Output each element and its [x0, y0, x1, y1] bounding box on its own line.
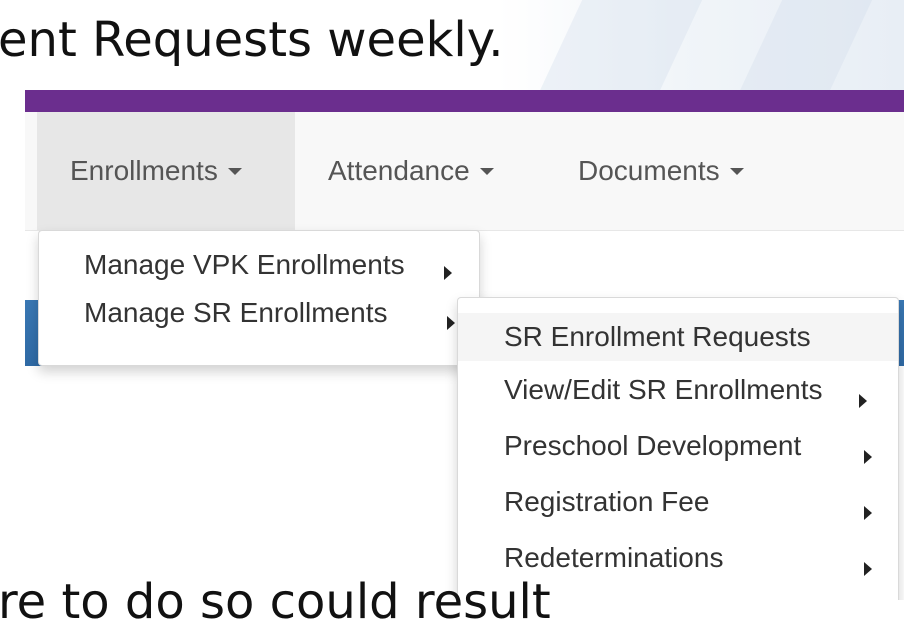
caret-right-icon	[444, 266, 452, 280]
caret-down-icon	[729, 167, 744, 175]
menu-item-manage-sr[interactable]: Manage SR Enrollments	[39, 291, 479, 335]
nav-attendance-label: Attendance	[328, 155, 470, 186]
caret-down-icon	[227, 167, 242, 175]
menu-item-label: Manage VPK Enrollments	[84, 249, 405, 280]
menu-item-view-edit-sr[interactable]: View/Edit SR Enrollments	[458, 368, 898, 412]
caret-right-icon	[864, 450, 872, 464]
caret-right-icon	[864, 506, 872, 520]
slide-title: ent Requests weekly.	[0, 12, 504, 68]
caret-right-icon	[864, 562, 872, 576]
menu-item-label: Manage SR Enrollments	[84, 297, 388, 328]
menu-item-manage-vpk[interactable]: Manage VPK Enrollments	[39, 243, 479, 287]
nav-enrollments-label: Enrollments	[70, 155, 218, 186]
nav-documents-label: Documents	[578, 155, 720, 186]
menu-item-sr-enrollment-requests[interactable]: SR Enrollment Requests	[458, 313, 898, 361]
slide-body-text: re to do so could result	[0, 574, 551, 630]
menu-item-label: Redeterminations	[504, 542, 724, 573]
app-screenshot: Enrollments Attendance Documents Manage …	[25, 90, 904, 600]
background-stripe	[537, 0, 703, 95]
nav-enrollments[interactable]: Enrollments	[37, 112, 295, 230]
enrollments-dropdown: Manage VPK Enrollments Manage SR Enrollm…	[38, 230, 480, 366]
menu-item-label: SR Enrollment Requests	[504, 321, 811, 352]
caret-down-icon	[479, 167, 494, 175]
background-stripe	[737, 0, 873, 95]
menu-item-label: View/Edit SR Enrollments	[504, 374, 823, 405]
header-purple-bar	[25, 90, 904, 112]
sr-submenu: SR Enrollment Requests View/Edit SR Enro…	[457, 297, 899, 600]
menu-item-preschool-development[interactable]: Preschool Development	[458, 424, 898, 468]
nav-documents[interactable]: Documents	[578, 112, 744, 230]
nav-attendance[interactable]: Attendance	[328, 112, 494, 230]
caret-right-icon	[447, 316, 455, 330]
menu-item-label: Preschool Development	[504, 430, 802, 461]
top-navbar: Enrollments Attendance Documents	[25, 112, 904, 231]
caret-right-icon	[859, 394, 867, 408]
menu-item-registration-fee[interactable]: Registration Fee	[458, 480, 898, 524]
menu-item-label: Registration Fee	[504, 486, 710, 517]
